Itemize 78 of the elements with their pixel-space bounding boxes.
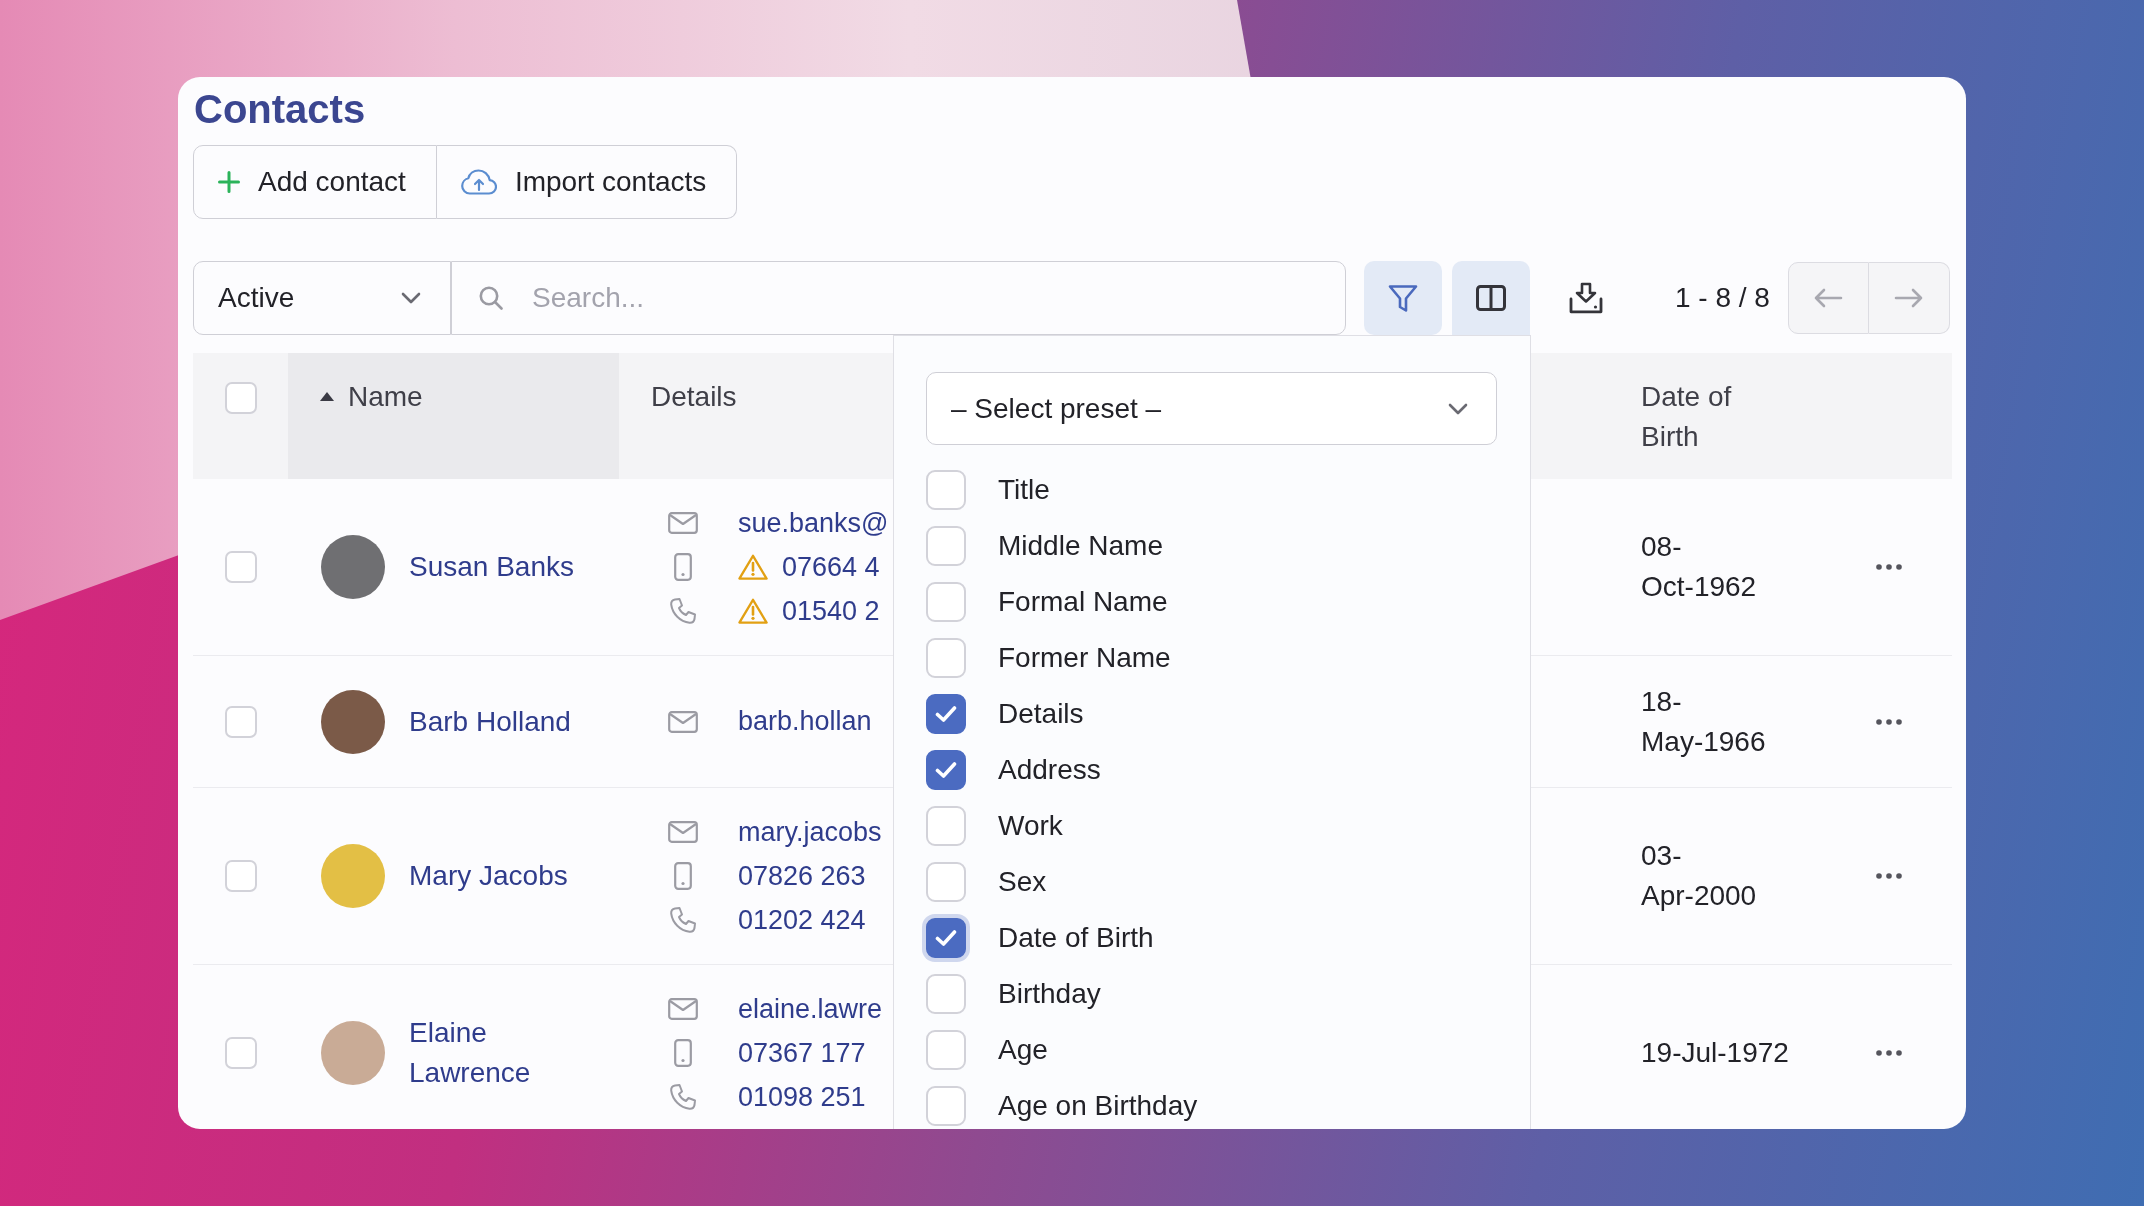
mail-icon	[668, 998, 698, 1020]
phone-handset-icon	[669, 1083, 697, 1111]
mail-icon	[668, 710, 698, 733]
column-header[interactable]: Date of Birth	[1531, 353, 1840, 479]
column-option-label[interactable]: Title	[998, 474, 1050, 506]
phone-number[interactable]: 01202 424	[738, 904, 866, 936]
date-of-birth: 19-Jul-1972	[1641, 1036, 1790, 1070]
phone-handset-icon	[669, 906, 697, 934]
contact-name-link[interactable]: Barb Holland	[409, 701, 571, 742]
search-icon	[479, 286, 503, 310]
column-option-label[interactable]: Middle Name	[998, 530, 1163, 562]
columns-icon	[1476, 285, 1506, 311]
email-address[interactable]: mary.jacobs	[738, 816, 882, 848]
contact-name-link[interactable]: Mary Jacobs	[409, 856, 568, 896]
contact-name-link[interactable]: Elaine Lawrence	[409, 1013, 609, 1093]
more-icon[interactable]	[1876, 564, 1902, 570]
column-checkbox[interactable]	[926, 694, 966, 734]
column-option-label[interactable]: Former Name	[998, 642, 1171, 674]
row-checkbox[interactable]	[224, 1037, 257, 1069]
more-icon[interactable]	[1876, 873, 1902, 879]
email-address[interactable]: barb.hollan	[738, 706, 872, 737]
column-checkbox[interactable]	[922, 914, 970, 962]
mobile-number[interactable]: 07664 4	[782, 551, 880, 583]
chevron-down-icon	[401, 292, 421, 304]
more-icon[interactable]	[1876, 718, 1902, 725]
mobile-phone-icon	[674, 553, 692, 581]
mail-icon	[668, 821, 698, 843]
columns-button[interactable]	[1452, 261, 1530, 335]
phone-handset-icon	[669, 597, 697, 625]
add-contact-button[interactable]: Add contact	[193, 145, 437, 219]
chevron-down-icon	[1448, 402, 1468, 415]
mobile-phone-icon	[674, 862, 692, 890]
email-address[interactable]: sue.banks@	[738, 507, 889, 539]
page-range: 1 - 8 / 8	[1675, 282, 1770, 314]
row-checkbox[interactable]	[224, 860, 257, 892]
row-checkbox[interactable]	[224, 705, 257, 738]
search-field[interactable]: Search...	[451, 261, 1346, 335]
column-header[interactable]: Details	[619, 353, 893, 479]
contact-name-link[interactable]: Susan Banks	[409, 547, 574, 587]
column-option-label[interactable]: Details	[998, 698, 1084, 730]
arrow-left-icon	[1813, 287, 1844, 309]
status-select[interactable]: Active	[193, 261, 451, 335]
sort-ascending-icon	[320, 392, 334, 401]
column-option-label[interactable]: Birthday	[998, 978, 1101, 1010]
mail-icon	[668, 512, 698, 534]
check-icon	[935, 929, 957, 947]
column-checkbox[interactable]	[926, 750, 966, 790]
column-option-label[interactable]: Date of Birth	[998, 922, 1154, 954]
window-title: Contacts	[193, 86, 367, 133]
email-address[interactable]: elaine.lawre	[738, 993, 883, 1025]
filter-icon	[1388, 283, 1418, 313]
column-header[interactable]: Name	[288, 353, 619, 479]
phone-number[interactable]: 01540 2	[782, 595, 880, 627]
column-option-label[interactable]: Sex	[998, 866, 1047, 898]
date-of-birth: 18-May-1966	[1641, 684, 1767, 759]
column-option-label[interactable]: Formal Name	[998, 586, 1168, 618]
mobile-number[interactable]: 07826 263	[738, 860, 866, 892]
column-option-label[interactable]: Address	[998, 754, 1101, 786]
check-icon	[935, 761, 957, 779]
date-of-birth: 03-Apr-2000	[1641, 839, 1758, 913]
column-option-label[interactable]: Age	[998, 1034, 1048, 1066]
arrow-right-icon	[1893, 287, 1924, 309]
row-checkbox[interactable]	[224, 551, 257, 583]
column-option-label[interactable]: Age on Birthday	[998, 1090, 1198, 1122]
preset-select[interactable]: – Select preset –	[926, 372, 1497, 445]
mobile-number[interactable]: 07367 177	[738, 1037, 866, 1069]
download-icon	[1569, 282, 1603, 314]
plus-icon	[218, 171, 240, 193]
mobile-phone-icon	[674, 1039, 692, 1067]
phone-number[interactable]: 01098 251	[738, 1081, 866, 1113]
filter-button[interactable]	[1364, 261, 1442, 335]
cloud-upload-icon	[460, 169, 497, 195]
select-all-checkbox[interactable]	[224, 382, 257, 414]
more-icon[interactable]	[1876, 1050, 1902, 1056]
import-contacts-button[interactable]: Import contacts	[436, 145, 738, 219]
date-of-birth: 08-Oct-1962	[1641, 530, 1758, 604]
check-icon	[935, 705, 957, 723]
column-option-label[interactable]: Work	[998, 810, 1063, 842]
